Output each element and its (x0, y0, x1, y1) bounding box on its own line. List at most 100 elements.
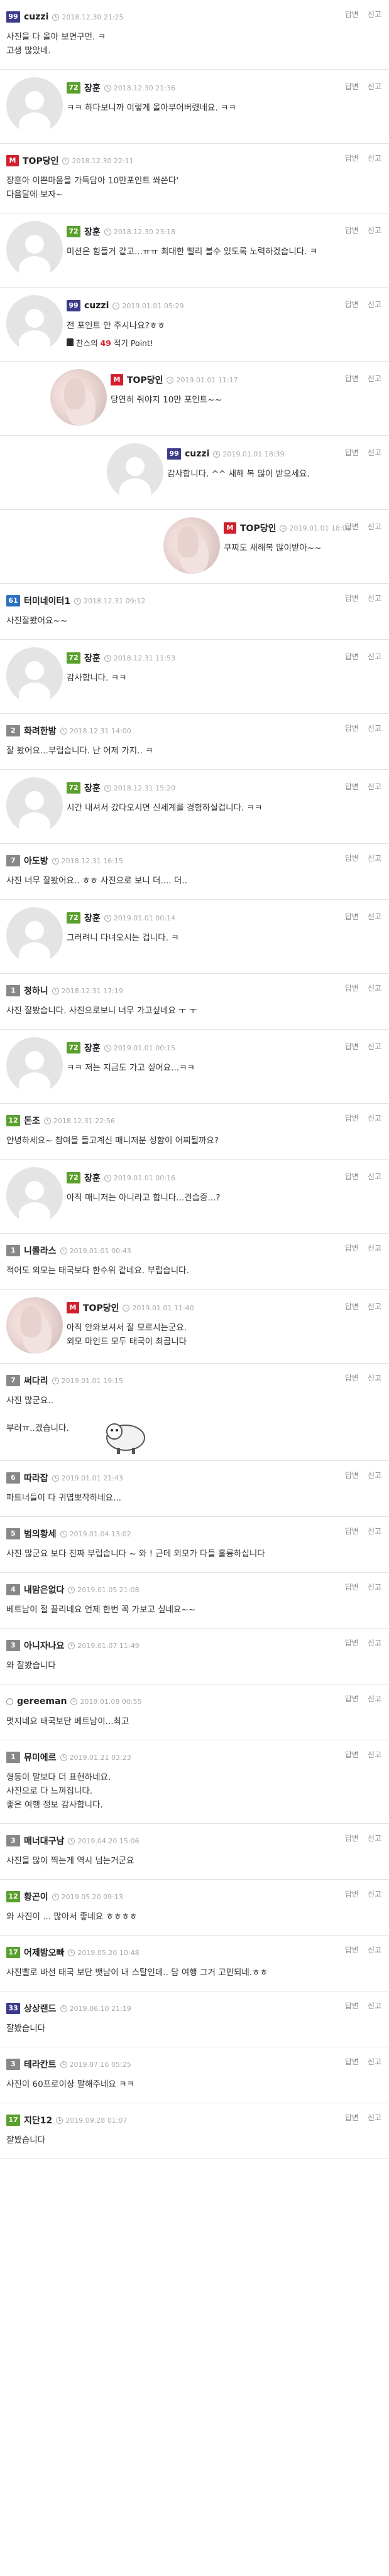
reply-button[interactable]: 답변 (345, 1639, 359, 1647)
report-button[interactable]: 신고 (368, 984, 381, 993)
author-name[interactable]: 아니자나요 (24, 1639, 64, 1652)
report-button[interactable]: 신고 (368, 1583, 381, 1592)
author-name[interactable]: 정하니 (24, 984, 48, 997)
report-button[interactable]: 신고 (368, 1244, 381, 1253)
report-button[interactable]: 신고 (368, 82, 381, 91)
reply-button[interactable]: 답변 (345, 1244, 359, 1253)
reply-button[interactable]: 답변 (345, 782, 359, 791)
reply-button[interactable]: 답변 (345, 1374, 359, 1382)
reply-button[interactable]: 답변 (345, 912, 359, 921)
reply-button[interactable]: 답변 (345, 984, 359, 993)
reply-button[interactable]: 답변 (345, 1750, 359, 1759)
report-button[interactable]: 신고 (368, 1639, 381, 1647)
author-name[interactable]: TOP당인 (23, 154, 58, 167)
report-button[interactable]: 신고 (368, 2113, 381, 2122)
reply-button[interactable]: 답변 (345, 154, 359, 163)
reply-button[interactable]: 답변 (345, 300, 359, 309)
reply-button[interactable]: 답변 (345, 226, 359, 235)
author-name[interactable]: gereeman (17, 1696, 67, 1706)
report-button[interactable]: 신고 (368, 300, 381, 309)
report-button[interactable]: 신고 (368, 854, 381, 863)
report-button[interactable]: 신고 (368, 2057, 381, 2066)
report-button[interactable]: 신고 (368, 1750, 381, 1759)
reply-button[interactable]: 답변 (345, 594, 359, 603)
report-button[interactable]: 신고 (368, 154, 381, 163)
reply-button[interactable]: 답변 (345, 854, 359, 863)
reply-button[interactable]: 답변 (345, 10, 359, 19)
author-name[interactable]: 지단12 (24, 2114, 52, 2126)
report-button[interactable]: 신고 (368, 1834, 381, 1843)
report-button[interactable]: 신고 (368, 1890, 381, 1899)
report-button[interactable]: 신고 (368, 1527, 381, 1536)
author-name[interactable]: cuzzi (185, 449, 209, 459)
report-button[interactable]: 신고 (368, 724, 381, 733)
reply-button[interactable]: 답변 (345, 2057, 359, 2066)
reply-button[interactable]: 답변 (345, 522, 359, 531)
report-button[interactable]: 신고 (368, 912, 381, 921)
author-name[interactable]: 매너대구남 (24, 1835, 64, 1847)
report-button[interactable]: 신고 (368, 1471, 381, 1480)
reply-button[interactable]: 답변 (345, 1042, 359, 1051)
report-button[interactable]: 신고 (368, 448, 381, 457)
comment-header: 17 어제밤오빠 2019.05.20 10:48 (6, 1946, 381, 1959)
report-button[interactable]: 신고 (368, 226, 381, 235)
author-name[interactable]: TOP당인 (127, 374, 163, 386)
author-name[interactable]: 장훈 (84, 912, 101, 924)
author-name[interactable]: 장훈 (84, 782, 101, 794)
author-name[interactable]: 아도방 (24, 854, 48, 867)
author-name[interactable]: 어제밤오빠 (24, 1946, 64, 1959)
report-button[interactable]: 신고 (368, 782, 381, 791)
report-button[interactable]: 신고 (368, 1042, 381, 1051)
reply-button[interactable]: 답변 (345, 652, 359, 661)
reply-button[interactable]: 답변 (345, 1172, 359, 1181)
report-button[interactable]: 신고 (368, 522, 381, 531)
reply-button[interactable]: 답변 (345, 1302, 359, 1311)
author-name[interactable]: 돈조 (24, 1114, 40, 1127)
reply-button[interactable]: 답변 (345, 1583, 359, 1592)
reply-button[interactable]: 답변 (345, 2113, 359, 2122)
author-name[interactable]: 화려한밤 (24, 725, 57, 737)
author-name[interactable]: TOP당인 (83, 1301, 119, 1314)
reply-button[interactable]: 답변 (345, 1946, 359, 1954)
author-name[interactable]: 상상랜드 (24, 2002, 57, 2015)
author-name[interactable]: 장훈 (84, 652, 101, 664)
report-button[interactable]: 신고 (368, 1172, 381, 1181)
author-name[interactable]: TOP당인 (240, 522, 276, 534)
reply-button[interactable]: 답변 (345, 1695, 359, 1703)
reply-button[interactable]: 답변 (345, 1114, 359, 1123)
reply-button[interactable]: 답변 (345, 724, 359, 733)
author-name[interactable]: 터미네이터1 (24, 595, 70, 607)
reply-button[interactable]: 답변 (345, 1834, 359, 1843)
reply-button[interactable]: 답변 (345, 1890, 359, 1899)
reply-button[interactable]: 답변 (345, 1527, 359, 1536)
reply-button[interactable]: 답변 (345, 374, 359, 383)
author-name[interactable]: cuzzi (24, 12, 48, 22)
author-name[interactable]: 써다리 (24, 1374, 48, 1387)
reply-button[interactable]: 답변 (345, 2002, 359, 2010)
reply-button[interactable]: 답변 (345, 448, 359, 457)
author-name[interactable]: 니콜라스 (24, 1244, 57, 1257)
report-button[interactable]: 신고 (368, 1946, 381, 1954)
report-button[interactable]: 신고 (368, 1374, 381, 1382)
author-name[interactable]: 장훈 (84, 1172, 101, 1184)
author-name[interactable]: 장훈 (84, 225, 101, 238)
report-button[interactable]: 신고 (368, 1695, 381, 1703)
report-button[interactable]: 신고 (368, 594, 381, 603)
report-button[interactable]: 신고 (368, 374, 381, 383)
author-name[interactable]: 내맘은없다 (24, 1583, 64, 1596)
author-name[interactable]: 따라잡 (24, 1472, 48, 1484)
report-button[interactable]: 신고 (368, 2002, 381, 2010)
report-button[interactable]: 신고 (368, 652, 381, 661)
author-name[interactable]: 범의황세 (24, 1528, 57, 1540)
author-name[interactable]: 장훈 (84, 82, 101, 94)
report-button[interactable]: 신고 (368, 10, 381, 19)
report-button[interactable]: 신고 (368, 1302, 381, 1311)
author-name[interactable]: 황곤이 (24, 1890, 48, 1903)
reply-button[interactable]: 답변 (345, 82, 359, 91)
author-name[interactable]: 테라칸트 (24, 2058, 57, 2071)
author-name[interactable]: 뮤미에르 (24, 1751, 57, 1764)
report-button[interactable]: 신고 (368, 1114, 381, 1123)
author-name[interactable]: cuzzi (84, 301, 109, 311)
reply-button[interactable]: 답변 (345, 1471, 359, 1480)
author-name[interactable]: 장훈 (84, 1042, 101, 1054)
